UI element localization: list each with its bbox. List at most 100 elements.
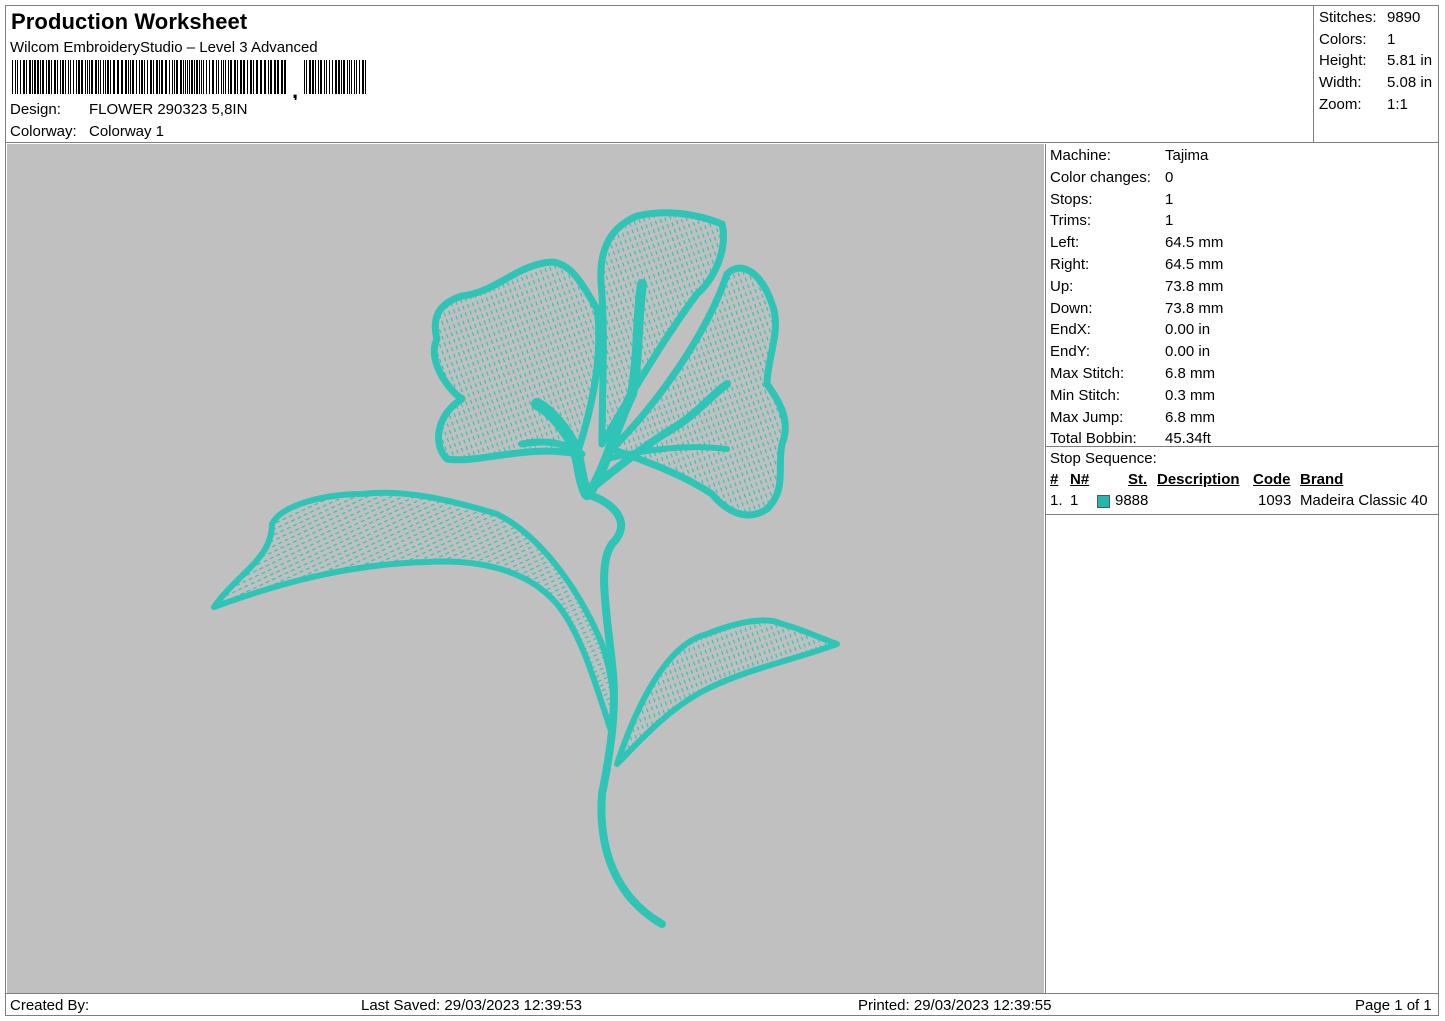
barcode-bar — [165, 60, 167, 94]
row-brand: Madeira Classic 40 — [1300, 492, 1428, 509]
barcode-bar — [318, 60, 319, 94]
machine-info-value: 1 — [1165, 212, 1174, 230]
col-code: Code — [1253, 471, 1291, 488]
barcode-bar — [230, 60, 232, 94]
barcode-bar — [185, 60, 186, 94]
machine-info-value: Tajima — [1165, 147, 1209, 164]
worksheet: Production Worksheet Wilcom EmbroiderySt… — [5, 5, 1439, 1016]
barcode-bar — [264, 60, 266, 94]
colorway-value: Colorway 1 — [89, 123, 165, 140]
summary-box: Stitches: 9890 Colors: 1 Height: 5.81 in Wi… — [1313, 6, 1438, 143]
barcode-bar — [161, 60, 163, 94]
barcode-bar — [51, 60, 52, 94]
barcode-bar — [136, 60, 137, 94]
machine-info-row: Machine: Tajima — [1050, 147, 1208, 164]
stitches-row: Stitches: 9890 — [1319, 9, 1420, 26]
barcode-bar — [189, 60, 190, 94]
barcode-bar — [349, 60, 350, 94]
printed-date: Printed: 29/03/2023 12:39:55 — [858, 997, 1052, 1014]
design-preview — [7, 144, 1044, 993]
machine-info-row: Left: 64.5 mm — [1050, 234, 1223, 251]
barcode-bar — [247, 60, 248, 94]
colorway-label: Colorway: — [10, 123, 77, 140]
machine-info-row: EndX: 0.00 in — [1050, 321, 1210, 338]
barcode-bar — [144, 60, 145, 94]
barcode-bar — [105, 60, 106, 94]
barcode-bar — [73, 60, 74, 94]
page-number: Page 1 of 1 — [1355, 997, 1432, 1014]
machine-info-label: Up: — [1050, 277, 1074, 295]
barcode-bar — [243, 60, 245, 94]
barcode-bar — [335, 60, 337, 94]
machine-info-label: Total Bobbin: — [1050, 430, 1137, 448]
divider — [1046, 514, 1439, 515]
barcode-bar — [98, 60, 99, 94]
machine-info-value: 6.8 mm — [1165, 408, 1216, 426]
barcode-bar — [223, 60, 224, 94]
col-description: Description — [1157, 471, 1240, 488]
col-brand: Brand — [1300, 471, 1344, 488]
barcode-bar — [76, 60, 77, 94]
left-leaf — [211, 489, 617, 737]
barcode-bar — [306, 60, 307, 94]
barcode-bar — [277, 60, 279, 94]
barcode-bar — [107, 60, 109, 94]
machine-info-label: Min Stitch: — [1050, 386, 1121, 404]
barcode-bar — [180, 60, 182, 94]
col-num: # — [1050, 471, 1059, 488]
stitches-value: 9890 — [1387, 9, 1421, 26]
barcode-bar — [187, 60, 188, 94]
barcode-bar — [176, 60, 178, 94]
details-panel: Machine: Tajima Color changes: 0 Stops: 1 Trim… — [1045, 144, 1439, 993]
colors-value: 1 — [1387, 31, 1396, 48]
barcode-bar — [103, 60, 104, 94]
barcode-bar — [216, 60, 217, 94]
machine-info-value: 0.3 mm — [1165, 386, 1216, 404]
barcode-bar — [270, 60, 272, 94]
machine-info-label: Right: — [1050, 256, 1090, 273]
barcode-bar — [240, 60, 242, 94]
machine-info-row: Trims: 1 — [1050, 212, 1173, 229]
barcode-bar — [256, 60, 258, 94]
divider — [1046, 446, 1439, 447]
barcode-bar — [68, 60, 69, 94]
stitches-label: Stitches: — [1319, 9, 1377, 26]
machine-info-value: 64.5 mm — [1165, 256, 1224, 273]
barcode-bar — [91, 60, 93, 94]
width-label: Width: — [1319, 74, 1362, 91]
barcode-bar — [284, 60, 286, 94]
barcode-bar — [329, 60, 330, 94]
page-title: Production Worksheet — [11, 9, 248, 34]
barcode-bar — [309, 60, 311, 94]
barcode-bar — [343, 60, 345, 94]
barcode-image: , — [12, 60, 366, 100]
barcode-bar — [117, 60, 119, 94]
barcode-bar — [37, 60, 39, 94]
height-row: Height: 5.81 in — [1319, 52, 1432, 69]
machine-info-value: 64.5 mm — [1165, 234, 1224, 252]
colors-row: Colors: 1 — [1319, 31, 1395, 48]
barcode-bar — [57, 60, 58, 94]
barcode-bar — [312, 60, 314, 94]
machine-info-label: Trims: — [1050, 212, 1092, 230]
right-leaf — [614, 617, 840, 767]
barcode-bar — [62, 60, 64, 94]
barcode-bar — [65, 60, 66, 94]
barcode-bar — [42, 60, 44, 94]
barcode-bar — [260, 60, 262, 94]
barcode-bar — [174, 60, 175, 94]
software-name: Wilcom EmbroideryStudio – Level 3 Advanc… — [10, 39, 318, 56]
machine-info-value: 73.8 mm — [1165, 277, 1224, 295]
barcode-bar — [281, 60, 283, 94]
row-code: 1093 — [1258, 492, 1292, 509]
barcode-bar — [169, 60, 170, 94]
color-swatch — [1097, 495, 1110, 508]
machine-info-label: Max Stitch: — [1050, 365, 1125, 382]
barcode-bar — [253, 60, 254, 94]
barcode-bar — [100, 60, 101, 94]
barcode-bar — [320, 60, 322, 94]
width-row: Width: 5.08 in — [1319, 74, 1432, 91]
barcode-bar — [351, 60, 352, 94]
barcode-bar — [130, 60, 131, 94]
barcode-bar — [150, 60, 152, 94]
